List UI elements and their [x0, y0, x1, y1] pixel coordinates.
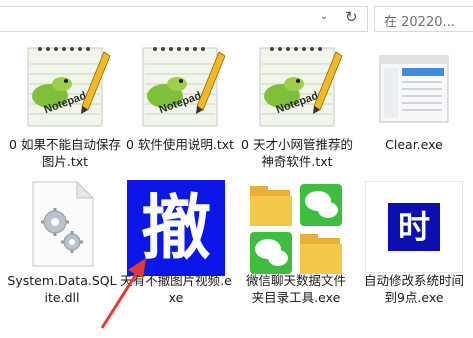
shi-icon-char: 时 — [397, 208, 430, 246]
search-input[interactable]: 在 20220... — [374, 6, 473, 32]
file-label: 0 天才小网管推荐的神奇软件.txt — [241, 137, 353, 169]
clear-app-icon — [374, 52, 454, 126]
shi-app-icon-inner: 时 — [388, 203, 440, 251]
file-item[interactable]: Notepad+ 0 软件使用说明.txt — [124, 42, 236, 172]
file-item[interactable]: 时 自动修改系统时间到9点.exe — [358, 178, 470, 328]
file-item[interactable]: System.Data.SQLite.dll — [6, 178, 118, 328]
file-label: 0 如果不能自动保存图片.txt — [9, 137, 121, 169]
che-app-icon: 撤 — [127, 180, 225, 276]
file-label: 0 软件使用说明.txt — [125, 137, 235, 152]
file-item[interactable]: Notepad+ 0 如果不能自动保存图片.txt — [9, 42, 121, 172]
file-item[interactable]: 微信聊天数据文件夹目录工具.exe — [240, 178, 352, 328]
file-item[interactable]: 撤 天有不撤图片视频.exe — [120, 178, 232, 328]
notepad-file-icon: Notepad+ — [252, 46, 342, 128]
che-icon-char: 撤 — [141, 187, 211, 269]
file-label: 天有不撤图片视频.exe — [120, 273, 232, 305]
address-dropdown-icon[interactable]: ⌄ — [320, 11, 328, 22]
file-item[interactable]: Notepad+ 0 天才小网管推荐的神奇软件.txt — [241, 42, 353, 172]
notepad-file-icon: Notepad+ — [135, 46, 225, 128]
address-bar[interactable] — [0, 6, 368, 32]
file-item[interactable]: Clear.exe — [358, 42, 470, 172]
refresh-icon[interactable]: ↻ — [345, 8, 358, 26]
wechat-folder-icon — [248, 182, 344, 276]
dll-gear-icon — [27, 180, 97, 268]
explorer-toolbar: ⌄ ↻ 在 20220... — [0, 0, 473, 37]
notepad-file-icon: Notepad+ — [20, 46, 110, 128]
file-label: Clear.exe — [385, 137, 443, 152]
file-label: 自动修改系统时间到9点.exe — [363, 273, 464, 305]
search-placeholder: 在 20220... — [384, 15, 455, 30]
shi-app-icon: 时 — [366, 182, 462, 272]
file-label: System.Data.SQLite.dll — [7, 273, 117, 305]
file-label: 微信聊天数据文件夹目录工具.exe — [245, 273, 346, 305]
